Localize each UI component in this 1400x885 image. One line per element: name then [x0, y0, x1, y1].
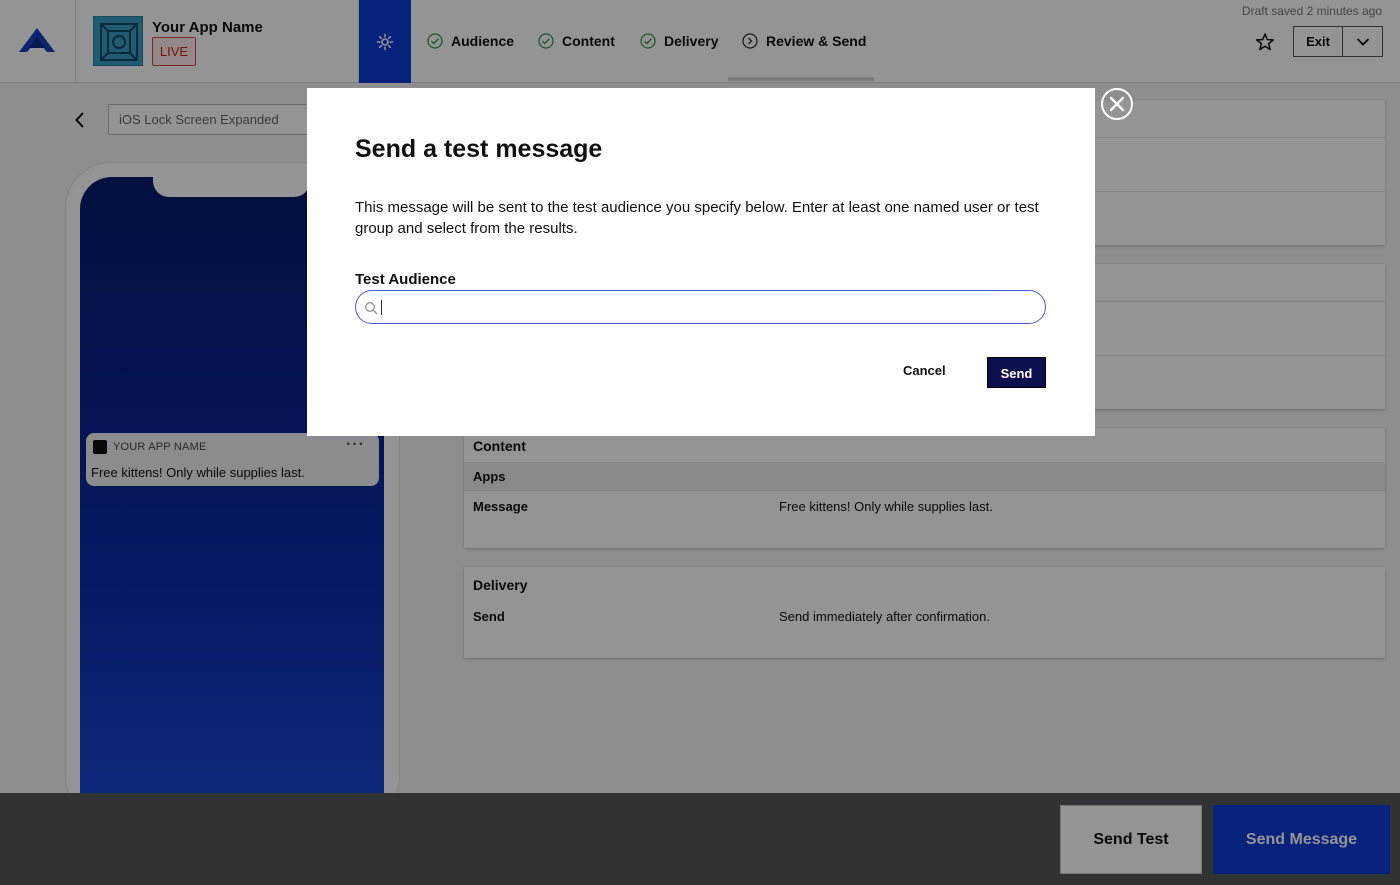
- search-icon: [364, 301, 378, 315]
- cancel-button[interactable]: Cancel: [903, 363, 946, 378]
- text-caret: [381, 300, 382, 315]
- test-audience-label: Test Audience: [355, 271, 456, 288]
- test-audience-search[interactable]: [355, 290, 1046, 324]
- modal-title: Send a test message: [355, 135, 603, 163]
- close-modal-button[interactable]: [1100, 87, 1134, 121]
- modal-description: This message will be sent to the test au…: [355, 199, 1039, 237]
- close-icon: [1101, 88, 1133, 120]
- send-test-modal: Send a test message This message will be…: [307, 88, 1095, 436]
- test-audience-input[interactable]: [380, 292, 1035, 322]
- send-button[interactable]: Send: [987, 357, 1046, 388]
